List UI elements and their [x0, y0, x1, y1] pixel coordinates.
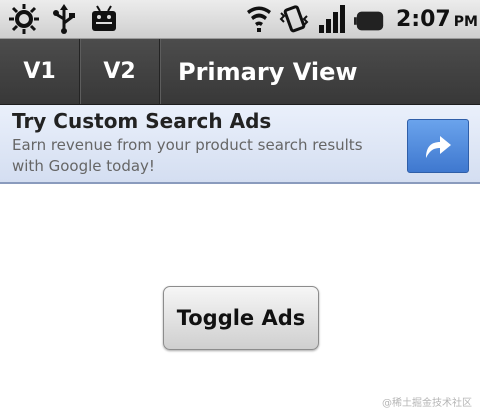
watermark: @稀土掘金技术社区 [382, 398, 472, 409]
tab-v2[interactable]: V2 [80, 39, 160, 104]
ad-banner[interactable]: Try Custom Search Ads Earn revenue from … [0, 105, 480, 184]
clock-ampm: PM [453, 14, 478, 30]
toggle-ads-button[interactable]: Toggle Ads [163, 286, 319, 350]
action-bar: V1 V2 Primary View [0, 39, 480, 105]
clock-time: 2:07 [396, 7, 451, 32]
android-debug-icon [92, 5, 116, 31]
forward-arrow-icon [426, 136, 451, 158]
usb-icon [53, 4, 75, 34]
page-title: Primary View [178, 57, 358, 86]
clock: 2:07 PM [396, 7, 478, 32]
ad-title: Try Custom Search Ads [12, 109, 272, 133]
ad-description-line-1: Earn revenue from your product search re… [12, 136, 363, 154]
tab-v1[interactable]: V1 [0, 39, 80, 104]
ad-go-button[interactable] [407, 119, 469, 173]
signal-icon [319, 5, 345, 33]
tab-label: V1 [23, 59, 56, 84]
battery-icon [354, 11, 384, 31]
vibrate-icon [279, 5, 309, 33]
ad-description-line-2: with Google today! [12, 157, 155, 175]
status-bar: 2:07 PM [0, 0, 480, 39]
sun-settings-icon [9, 4, 39, 34]
tab-label: V2 [103, 59, 136, 84]
wifi-icon [247, 6, 271, 32]
